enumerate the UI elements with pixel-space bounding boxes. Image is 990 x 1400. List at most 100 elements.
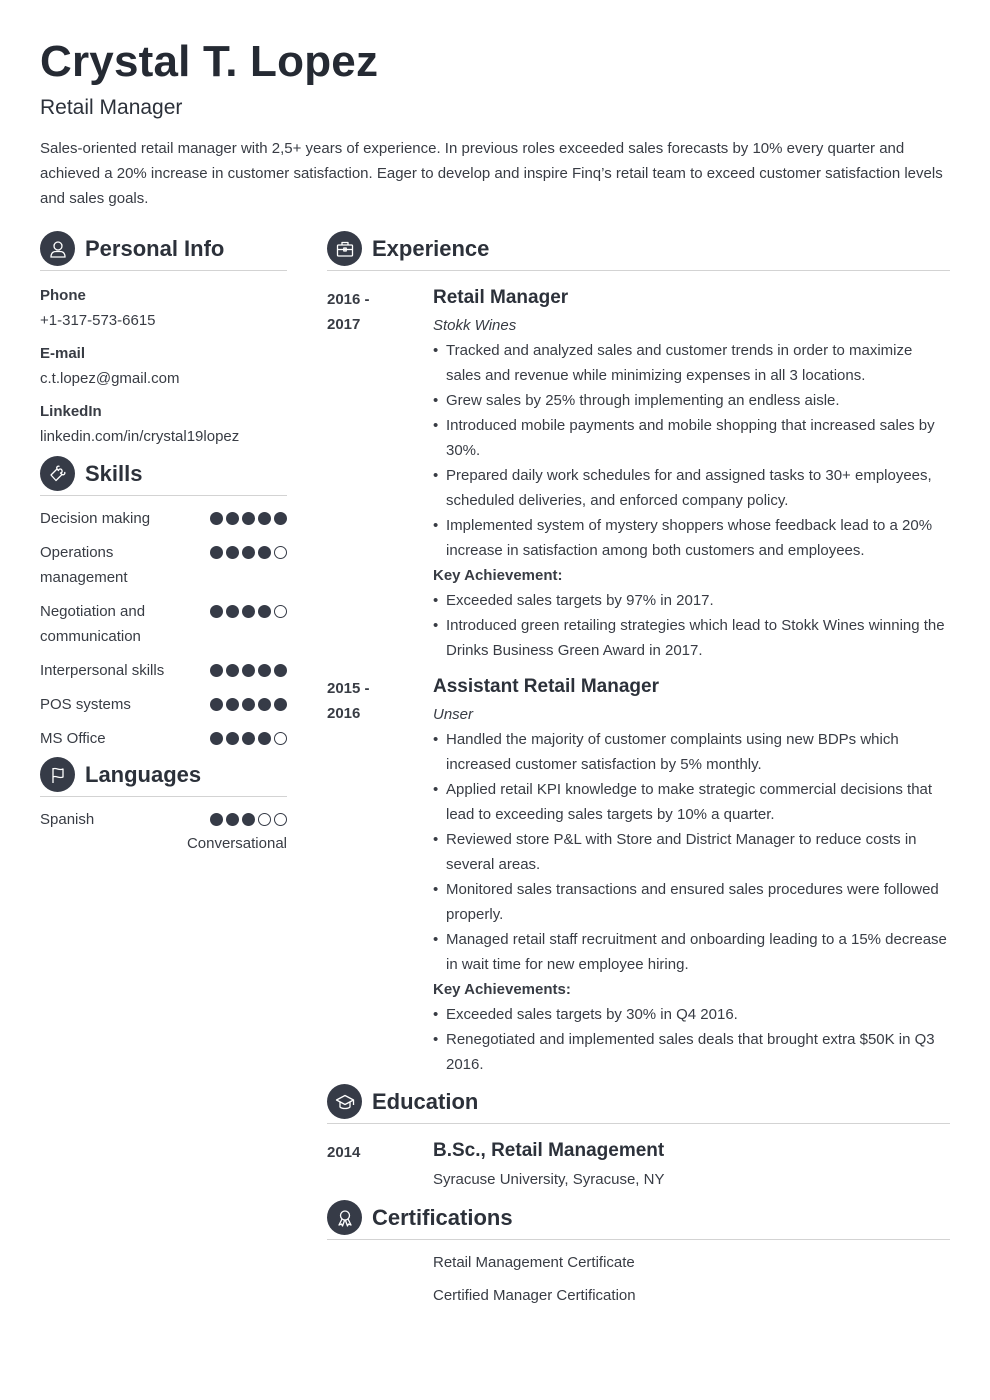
certification-item: Certified Manager Certification [433, 1287, 636, 1304]
experience-entry: 2016 - 2017 Retail Manager Stokk Wines Track… [327, 284, 950, 663]
user-icon [40, 231, 75, 266]
bullet-item: Introduced mobile payments and mobile sh… [433, 413, 950, 463]
language-name: Spanish [40, 811, 95, 828]
email-value: c.t.lopez@gmail.com [40, 370, 180, 387]
rating-dot-filled [210, 664, 223, 677]
rating-dot-filled [226, 813, 239, 826]
skill-item: POS systems [40, 692, 287, 717]
skill-rating [210, 692, 287, 717]
bullet-item: Handled the majority of customer complai… [433, 727, 950, 777]
rating-dot-empty [274, 732, 287, 745]
summary: Sales-oriented retail manager with 2,5+ … [40, 140, 943, 207]
rating-dot-filled [274, 512, 287, 525]
job-title: Assistant Retail Manager [433, 676, 659, 697]
achievement-list: Exceeded sales targets by 97% in 2017.In… [433, 588, 950, 663]
key-achievement-label: Key Achievement: [433, 567, 563, 584]
graduation-cap-icon [327, 1084, 362, 1119]
job-title: Retail Manager [433, 287, 569, 308]
right-column: Experience 2016 - 2017 Retail Manager Stokk… [327, 231, 950, 1308]
experience-list: 2016 - 2017 Retail Manager Stokk Wines Track… [327, 284, 950, 1077]
rating-dot-filled [210, 732, 223, 745]
skill-rating [210, 726, 287, 751]
rating-dot-filled [242, 605, 255, 618]
language-rating [210, 807, 287, 832]
rating-dot-filled [258, 512, 271, 525]
briefcase-icon [327, 231, 362, 266]
puzzle-icon [40, 456, 75, 491]
bullet-item: Monitored sales transactions and ensured… [433, 877, 950, 927]
rating-dot-filled [226, 698, 239, 711]
certification-item: Retail Management Certificate [433, 1254, 635, 1271]
skill-item: MS Office [40, 726, 287, 751]
date-start: 2016 - [327, 291, 370, 308]
skill-name: MS Office [40, 730, 106, 747]
skill-name: Interpersonal skills [40, 662, 165, 679]
rating-dot-filled [242, 546, 255, 559]
rating-dot-filled [226, 732, 239, 745]
experience-entry: 2015 - 2016 Assistant Retail Manager Unser H… [327, 673, 950, 1077]
section-title: Experience [372, 236, 490, 261]
responsibility-list: Tracked and analyzed sales and customer … [433, 338, 950, 563]
achievement-item: Renegotiated and implemented sales deals… [433, 1027, 950, 1077]
skill-rating [210, 506, 287, 531]
skill-rating [210, 540, 287, 590]
bullet-item: Managed retail staff recruitment and onb… [433, 927, 950, 977]
linkedin-label: LinkedIn [40, 403, 102, 420]
skill-name: Operations management [40, 544, 128, 586]
rating-dot-filled [210, 813, 223, 826]
bullet-item: Implemented system of mystery shoppers w… [433, 513, 950, 563]
rating-dot-empty [274, 605, 287, 618]
education-entry: 2014 B.Sc., Retail Management Syracuse U… [327, 1137, 950, 1192]
rating-dot-filled [274, 698, 287, 711]
section-title: Education [372, 1089, 479, 1114]
resume-header: Crystal T. Lopez Retail Manager Sales-or… [40, 36, 950, 211]
experience-date: 2015 - 2016 [327, 673, 433, 1077]
rating-dot-filled [258, 732, 271, 745]
section-title: Languages [85, 762, 202, 787]
phone-value: +1-317-573-6615 [40, 312, 156, 329]
skills-list: Decision making Operations management Nego… [40, 506, 287, 751]
rating-dot-empty [258, 813, 271, 826]
skill-rating [210, 599, 287, 649]
rating-dot-filled [210, 698, 223, 711]
bullet-item: Applied retail KPI knowledge to make str… [433, 777, 950, 827]
company-name: Unser [433, 706, 474, 723]
experience-body: Assistant Retail Manager Unser Handled the… [433, 673, 950, 1077]
bullet-item: Grew sales by 25% through implementing a… [433, 388, 950, 413]
rating-dot-filled [226, 605, 239, 618]
rating-dot-filled [242, 732, 255, 745]
rating-dot-filled [258, 546, 271, 559]
rating-dot-filled [210, 546, 223, 559]
rating-dot-filled [274, 664, 287, 677]
company-name: Stokk Wines [433, 317, 517, 334]
rating-dot-filled [226, 546, 239, 559]
candidate-title: Retail Manager [40, 96, 183, 119]
experience-body: Retail Manager Stokk Wines Tracked and ana… [433, 284, 950, 663]
personal-info-section: Personal Info Phone +1-317-573-6615 E-ma… [40, 231, 287, 449]
date-start: 2015 - [327, 680, 370, 697]
bullet-item: Prepared daily work schedules for and as… [433, 463, 950, 513]
skill-item: Operations management [40, 540, 287, 590]
key-achievement-label: Key Achievements: [433, 981, 571, 998]
left-column: Personal Info Phone +1-317-573-6615 E-ma… [40, 231, 287, 855]
experience-section: Experience 2016 - 2017 Retail Manager Stokk… [327, 231, 950, 1077]
skill-item: Interpersonal skills [40, 658, 287, 683]
education-degree: B.Sc., Retail Management [433, 1140, 665, 1161]
rating-dot-filled [226, 664, 239, 677]
section-title: Certifications [372, 1205, 513, 1230]
achievement-item: Exceeded sales targets by 97% in 2017. [433, 588, 950, 613]
skill-item: Decision making [40, 506, 287, 531]
section-title: Personal Info [85, 236, 225, 261]
rating-dot-filled [226, 512, 239, 525]
skills-section: Skills Decision making Operations managem… [40, 456, 287, 751]
award-ribbon-icon [327, 1200, 362, 1235]
bullet-item: Tracked and analyzed sales and customer … [433, 338, 950, 388]
phone-label: Phone [40, 287, 86, 304]
languages-section: Languages Spanish Conversational [40, 757, 287, 855]
rating-dot-filled [258, 664, 271, 677]
skill-name: Decision making [40, 510, 151, 527]
skill-rating [210, 658, 287, 683]
achievement-item: Exceeded sales targets by 30% in Q4 2016… [433, 1002, 950, 1027]
education-section: Education 2014 B.Sc., Retail Management … [327, 1084, 950, 1192]
date-end: 2016 [327, 705, 361, 722]
